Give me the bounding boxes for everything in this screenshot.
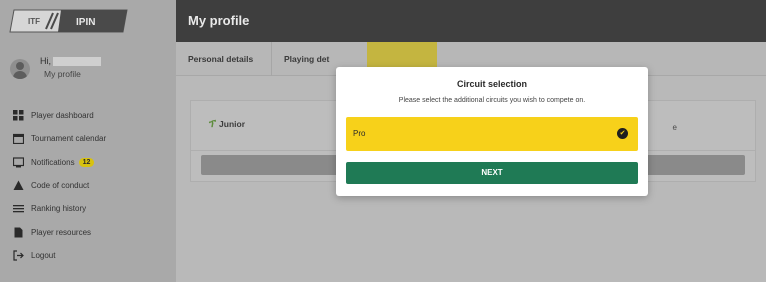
dashboard-icon [12, 110, 24, 122]
list-icon [12, 203, 24, 215]
sidebar-nav: Player dashboard Tournament calendar Not… [12, 104, 172, 267]
logo-mark-text: ITF [28, 17, 40, 26]
next-button[interactable]: NEXT [346, 162, 638, 184]
notifications-badge: 12 [78, 157, 95, 167]
circuit-tag-text: e [672, 123, 677, 132]
sidebar-item-logout[interactable]: Logout [12, 244, 172, 267]
modal-title: Circuit selection [456, 79, 528, 89]
tab-playing-details[interactable]: Playing det [272, 42, 342, 76]
top-header: My profile [176, 0, 766, 42]
calendar-icon [12, 133, 24, 145]
junior-circuit-label: ፕ Junior [209, 119, 246, 130]
sidebar: ITF IPIN Hi, My profile Player dashboard… [0, 0, 176, 282]
sidebar-item-label: Player dashboard [31, 111, 94, 121]
sidebar-item-notifications[interactable]: Notifications 12 [12, 151, 172, 174]
sidebar-item-label: Ranking history [31, 204, 87, 214]
sidebar-item-ranking-history[interactable]: Ranking history [12, 197, 172, 220]
option-label: Pro [353, 129, 366, 138]
junior-logo-icon: ፕ [209, 119, 217, 130]
sidebar-item-label: Notifications [31, 157, 75, 167]
notifications-icon [12, 156, 24, 168]
sidebar-item-label: Code of conduct [31, 181, 90, 191]
my-profile-link[interactable]: My profile [44, 69, 81, 79]
active-tab-indicator [367, 42, 437, 68]
sidebar-item-player-dashboard[interactable]: Player dashboard [12, 104, 172, 127]
sidebar-item-player-resources[interactable]: Player resources [12, 220, 172, 243]
circuit-option-pro[interactable]: Pro ✔ [346, 117, 638, 151]
sidebar-item-label: Logout [31, 250, 56, 260]
sidebar-item-tournament-calendar[interactable]: Tournament calendar [12, 127, 172, 150]
check-icon: ✔ [617, 128, 628, 139]
redacted-name [53, 57, 101, 67]
circuit-selection-modal: Circuit selection Please select the addi… [336, 67, 648, 196]
itf-ipin-logo[interactable]: ITF IPIN [8, 9, 129, 33]
avatar-icon [10, 59, 30, 79]
logout-icon [12, 249, 24, 261]
tab-personal-details[interactable]: Personal details [176, 42, 272, 76]
warning-icon [12, 180, 24, 192]
document-icon [12, 226, 24, 238]
greeting-text: Hi, [40, 56, 51, 66]
sidebar-item-code-of-conduct[interactable]: Code of conduct [12, 174, 172, 197]
modal-subtitle: Please select the additional circuits yo… [398, 97, 586, 104]
logo-brand-text: IPIN [76, 17, 95, 28]
user-greeting[interactable]: Hi, My profile [10, 56, 170, 86]
sidebar-item-label: Tournament calendar [31, 134, 107, 144]
sidebar-item-label: Player resources [31, 227, 92, 237]
page-title: My profile [188, 13, 250, 28]
